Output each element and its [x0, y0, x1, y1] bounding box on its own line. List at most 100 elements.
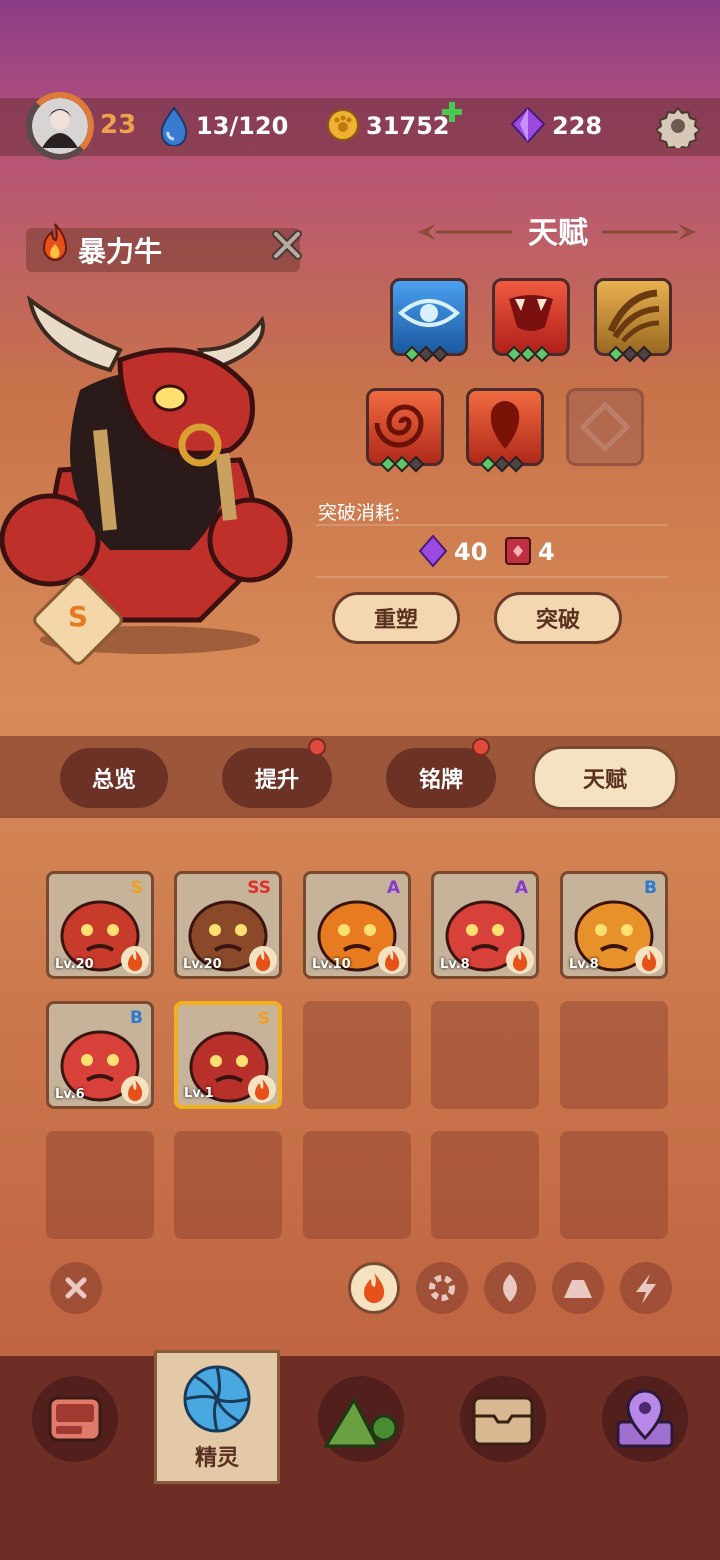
tab-nameplate[interactable]: 铭牌 — [386, 748, 496, 808]
pet-level: Lv.20 — [183, 957, 222, 972]
coin-value: 31752 — [366, 112, 450, 140]
notification-dot — [308, 738, 326, 756]
talent-slot-eye[interactable] — [390, 278, 468, 356]
talent-slot-swirl[interactable] — [366, 388, 444, 466]
stamina-value: 13/120 — [196, 112, 289, 140]
fire-icon — [121, 1076, 149, 1104]
cost-gems: 40 — [454, 538, 488, 566]
fang-icon — [509, 295, 553, 331]
clear-icon — [65, 1277, 87, 1299]
cost-books: 4 — [538, 538, 555, 566]
nav-mountain[interactable] — [318, 1376, 404, 1462]
tab-upgrade[interactable]: 提升 — [222, 748, 332, 808]
empty-pet-slot[interactable] — [174, 1131, 282, 1239]
fire-icon — [121, 946, 149, 974]
talent-gems-3 — [607, 345, 653, 363]
empty-pet-slot[interactable] — [303, 1131, 411, 1239]
empty-pet-slot[interactable] — [303, 1001, 411, 1109]
empty-pet-slot[interactable] — [431, 1001, 539, 1109]
fire-icon — [248, 1075, 276, 1103]
earth-icon — [564, 1280, 592, 1298]
filter-leaf[interactable] — [484, 1262, 536, 1314]
spirit-icon — [182, 1364, 252, 1434]
notification-dot — [472, 738, 490, 756]
pet-rank: A — [386, 878, 400, 898]
empty-pet-slot[interactable] — [46, 1131, 154, 1239]
chest-icon — [472, 1396, 534, 1446]
pet-rank: B — [130, 1008, 143, 1028]
coin-icon — [326, 108, 360, 142]
talent-slot-fang[interactable] — [492, 278, 570, 356]
talent-gems-2 — [505, 345, 551, 363]
level-progress-ring — [26, 92, 94, 160]
pet-level: Lv.10 — [312, 957, 351, 972]
swirl-icon — [374, 404, 424, 448]
filter-fire[interactable] — [348, 1262, 400, 1314]
tab-overview[interactable]: 总览 — [60, 748, 168, 808]
talent-gems-4 — [379, 455, 425, 473]
thunder-icon — [636, 1274, 656, 1304]
nav-monitor[interactable] — [32, 1376, 118, 1462]
mountain-icon — [323, 1396, 398, 1448]
talent-title: 天赋 — [528, 216, 588, 251]
pet-rank: A — [514, 878, 528, 898]
fire-icon — [36, 222, 74, 266]
talent-slot-claw[interactable] — [594, 278, 672, 356]
divider — [316, 524, 668, 526]
filter-thunder[interactable] — [620, 1262, 672, 1314]
pet-card[interactable]: B Lv.6 — [46, 1001, 154, 1109]
empty-pet-slot[interactable] — [431, 1131, 539, 1239]
pet-rank: S — [257, 1009, 270, 1029]
empty-pet-slot[interactable] — [560, 1001, 668, 1109]
pet-rank: SS — [247, 878, 271, 898]
filter-earth[interactable] — [552, 1262, 604, 1314]
pet-card[interactable]: A Lv.8 — [431, 871, 539, 979]
claw-icon — [607, 289, 660, 343]
gem-value: 228 — [552, 112, 603, 140]
fire-icon — [378, 946, 406, 974]
pet-card[interactable]: S Lv.1 — [174, 1001, 282, 1109]
map-pin-icon — [616, 1389, 674, 1448]
gear-icon[interactable] — [654, 104, 702, 154]
pet-card[interactable]: SS Lv.20 — [174, 871, 282, 979]
talent-gems-1 — [403, 345, 449, 363]
nav-map[interactable] — [602, 1376, 688, 1462]
fire-icon — [506, 946, 534, 974]
reshape-button[interactable]: 重塑 — [332, 592, 460, 644]
close-icon[interactable] — [270, 228, 304, 262]
empty-slot-icon — [579, 401, 631, 453]
pet-rank: S — [67, 600, 89, 633]
pet-name: 暴力牛 — [78, 235, 163, 268]
wind-icon — [429, 1275, 455, 1301]
pet-rank: B — [644, 878, 657, 898]
pet-level: Lv.8 — [569, 957, 599, 972]
gem-icon — [510, 106, 546, 144]
water-drop-icon — [158, 106, 190, 147]
drop-icon — [490, 401, 520, 449]
clear-filter-button[interactable] — [50, 1262, 102, 1314]
pet-level: Lv.8 — [440, 957, 470, 972]
fire-icon — [635, 946, 663, 974]
tab-talent[interactable]: 天赋 — [532, 746, 678, 810]
title-ornament-right — [602, 222, 698, 242]
player-level: 23 — [100, 110, 137, 140]
pet-card[interactable]: S Lv.20 — [46, 871, 154, 979]
pet-level: Lv.6 — [55, 1087, 85, 1102]
empty-pet-slot[interactable] — [560, 1131, 668, 1239]
pet-card[interactable]: B Lv.8 — [560, 871, 668, 979]
title-ornament-left — [416, 222, 512, 242]
talent-slot-locked[interactable] — [566, 388, 644, 466]
talent-slot-drop[interactable] — [466, 388, 544, 466]
gem-icon — [418, 534, 448, 568]
filter-wind[interactable] — [416, 1262, 468, 1314]
pet-level: Lv.20 — [55, 957, 94, 972]
nav-chest[interactable] — [460, 1376, 546, 1462]
pet-card[interactable]: A Lv.10 — [303, 871, 411, 979]
book-icon — [504, 536, 532, 566]
breakthrough-button[interactable]: 突破 — [494, 592, 622, 644]
pet-rank: S — [130, 878, 143, 898]
fire-icon — [249, 946, 277, 974]
divider — [316, 576, 668, 578]
monitor-icon — [48, 1396, 102, 1442]
add-coins-button[interactable] — [440, 100, 464, 124]
